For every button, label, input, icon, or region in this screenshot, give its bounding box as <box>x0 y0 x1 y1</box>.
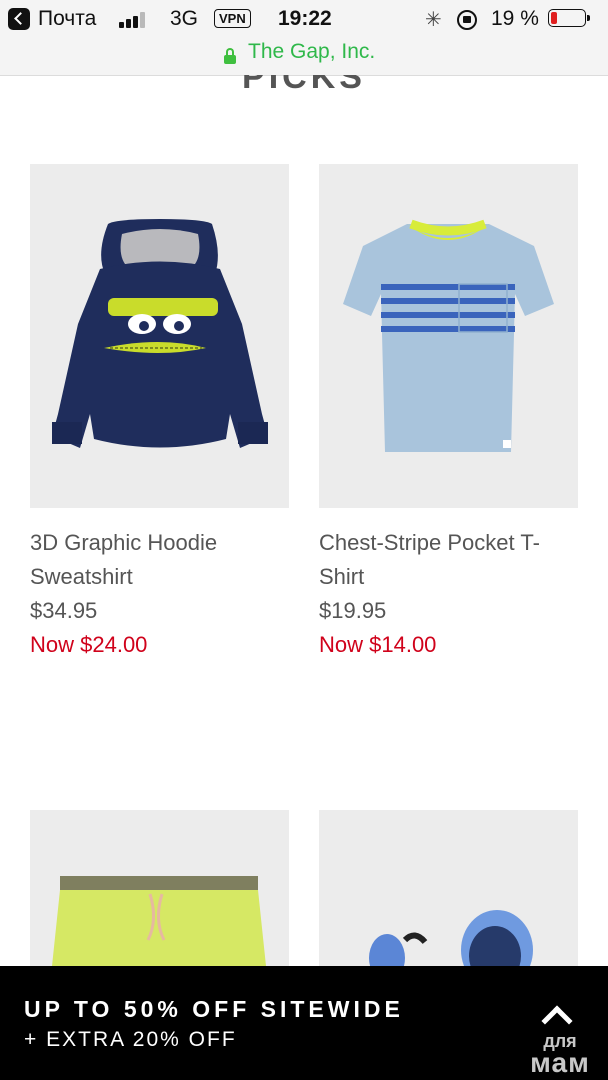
promo-headline[interactable]: UP TO 50% OFF SITEWIDE <box>24 996 404 1023</box>
sale-price: Now $24.00 <box>30 632 148 657</box>
watermark-line2: мам <box>530 1047 590 1078</box>
original-price: $34.95 <box>30 598 98 623</box>
clock: 19:22 <box>278 7 332 30</box>
battery-percent: 19 % <box>491 7 539 30</box>
original-price: $19.95 <box>319 598 387 623</box>
product-name[interactable]: 3D Graphic Hoodie Sweatshirt <box>30 526 289 594</box>
product-card[interactable]: 3D Graphic Hoodie Sweatshirt $34.95 Now … <box>30 164 289 664</box>
orientation-lock-icon <box>457 10 477 30</box>
promo-subline[interactable]: + EXTRA 20% OFF <box>24 1028 237 1052</box>
product-card[interactable] <box>319 810 578 966</box>
watermark-logo: для мам <box>520 1030 600 1078</box>
site-name[interactable]: The Gap, Inc. <box>248 40 375 64</box>
product-image-hoodie[interactable] <box>30 164 289 508</box>
product-image-shorts[interactable] <box>30 810 289 966</box>
product-image-flip-flops[interactable] <box>319 810 578 966</box>
product-card[interactable]: Chest-Stripe Pocket T-Shirt $19.95 Now $… <box>319 164 578 664</box>
vpn-badge: VPN <box>214 9 251 28</box>
signal-strength-icon <box>119 12 153 28</box>
sale-price: Now $14.00 <box>319 632 437 657</box>
promo-banner[interactable]: UP TO 50% OFF SITEWIDE + EXTRA 20% OFF <box>0 966 608 1080</box>
lock-icon <box>224 48 236 64</box>
status-bar: Почта 3G VPN 19:22 ✳ 19 % <box>0 0 608 38</box>
address-bar[interactable]: The Gap, Inc. <box>0 38 608 76</box>
activity-spinner-icon: ✳ <box>425 9 442 31</box>
network-type: 3G <box>170 7 199 30</box>
product-card[interactable] <box>30 810 289 966</box>
carrier-name[interactable]: Почта <box>38 7 96 31</box>
product-name[interactable]: Chest-Stripe Pocket T-Shirt <box>319 526 578 594</box>
battery-icon <box>548 9 590 27</box>
product-image-tshirt[interactable] <box>319 164 578 508</box>
back-to-app-icon[interactable] <box>8 8 30 30</box>
